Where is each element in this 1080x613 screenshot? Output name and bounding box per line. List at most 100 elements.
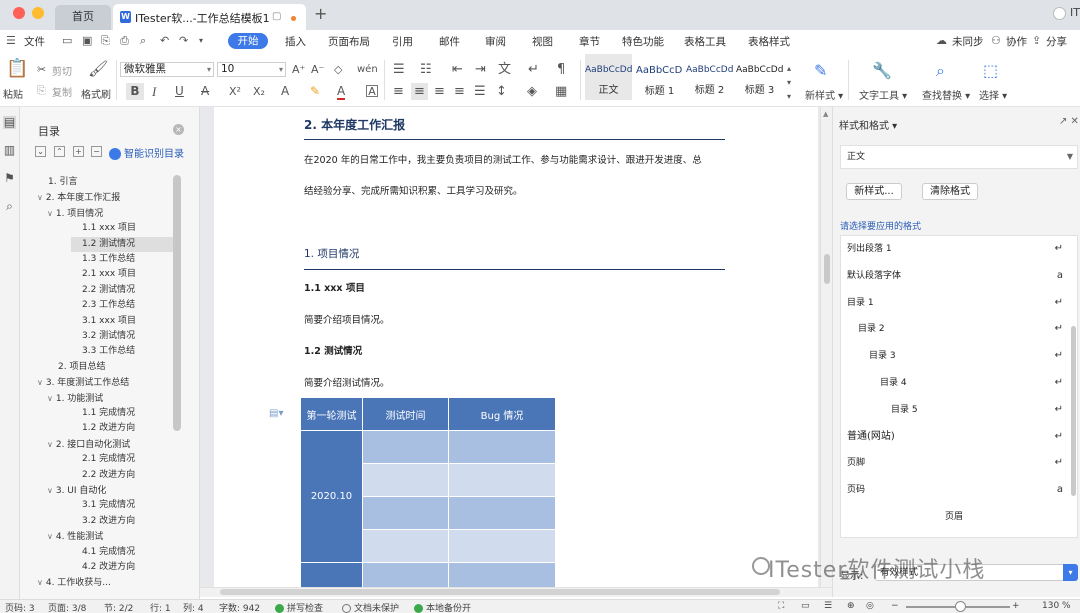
menu-review[interactable]: 审阅 xyxy=(485,34,506,49)
clear-format-button[interactable]: 清除格式 xyxy=(922,183,978,200)
add-heading-icon[interactable]: + xyxy=(73,146,84,157)
styles-scroll-up-icon[interactable]: ▴ xyxy=(787,62,791,75)
copy-button[interactable]: 复制 xyxy=(52,84,72,99)
style-heading-1[interactable]: AaBbCcDd 标题 1 xyxy=(636,54,683,100)
toc-item[interactable]: 1.3 工作总结 xyxy=(82,252,135,267)
line-spacing-icon[interactable]: ↕ xyxy=(496,85,507,98)
bullet-list-icon[interactable]: ☰ xyxy=(393,63,405,76)
menu-file[interactable]: 文件 xyxy=(24,34,45,49)
share-button[interactable]: 分享 xyxy=(1046,34,1067,49)
expand-all-icon[interactable]: ⌃ xyxy=(54,146,65,157)
status-word-count[interactable]: 字数: 942 xyxy=(219,601,260,613)
menu-insert[interactable]: 插入 xyxy=(285,34,306,49)
style-list-item[interactable]: 页眉 xyxy=(841,504,1065,530)
cloud-sync-icon[interactable]: ☁ xyxy=(936,34,947,47)
increase-indent-icon[interactable]: ⇥ xyxy=(475,63,486,76)
style-list-item[interactable]: 目录 3 ↵ xyxy=(841,343,1065,369)
collaborate-icon[interactable]: ⚇ xyxy=(991,34,1001,47)
menu-mail[interactable]: 邮件 xyxy=(439,34,460,49)
subscript-icon[interactable]: X₂ xyxy=(253,85,265,98)
toc-item[interactable]: 1.1 xxx 项目 xyxy=(82,221,136,236)
style-list-item[interactable]: 普通(网站) ↵ xyxy=(841,424,1065,450)
collapse-all-icon[interactable]: ⌄ xyxy=(35,146,46,157)
clear-formatting-icon[interactable]: ◇ xyxy=(334,63,342,76)
toc-item[interactable]: ∨ 4. 工作收获与... xyxy=(37,575,111,590)
table-header[interactable]: 测试时间 xyxy=(362,397,449,431)
chevron-down-icon[interactable]: ∨ xyxy=(47,394,53,403)
numbered-list-icon[interactable]: ☷ xyxy=(420,63,432,76)
bold-icon[interactable]: B xyxy=(126,83,144,100)
styles-expand-icon[interactable]: ▾ xyxy=(787,90,791,103)
select-cursor-icon[interactable]: ⬚ xyxy=(983,63,998,79)
chinese-layout-icon[interactable]: 文 xyxy=(498,63,511,76)
chevron-down-icon[interactable]: ∨ xyxy=(47,440,53,449)
new-style-button[interactable]: 新样式 ▾ xyxy=(805,87,843,102)
tab-home[interactable]: 首页 xyxy=(55,5,111,30)
test-table[interactable]: 第一轮测试 测试时间 Bug 情况 2020.10 xyxy=(300,397,556,596)
new-style-icon[interactable]: ✎ xyxy=(814,63,827,79)
eye-protection-icon[interactable]: ◎ xyxy=(866,601,874,611)
decrease-indent-icon[interactable]: ⇤ xyxy=(452,63,463,76)
scroll-up-icon[interactable]: ▲ xyxy=(823,110,828,118)
current-style-select[interactable]: 正文 ▼ xyxy=(840,145,1078,169)
table-cell[interactable] xyxy=(448,529,556,563)
table-cell[interactable] xyxy=(362,463,449,497)
menu-features[interactable]: 特色功能 xyxy=(622,34,664,49)
table-cell[interactable] xyxy=(362,430,449,464)
menu-view[interactable]: 视图 xyxy=(532,34,553,49)
toc-item[interactable]: 2.2 测试情况 xyxy=(82,283,135,298)
toc-item[interactable]: 1.2 改进方向 xyxy=(82,421,135,436)
toc-item[interactable]: ∨ 3. UI 自动化 xyxy=(47,483,106,498)
justify-icon[interactable]: ≡ xyxy=(454,85,465,98)
zoom-in-icon[interactable]: + xyxy=(1012,601,1020,611)
shading-icon[interactable]: ◈ xyxy=(527,85,537,98)
toc-item[interactable]: ∨ 1. 项目情况 xyxy=(47,206,103,221)
spell-check-toggle[interactable]: 拼写检查 xyxy=(275,601,323,613)
zoom-slider-knob[interactable] xyxy=(955,601,967,612)
chevron-down-icon[interactable]: ∨ xyxy=(47,486,53,495)
underline-icon[interactable]: U xyxy=(175,85,184,98)
distribute-icon[interactable]: ☰ xyxy=(474,85,486,98)
menu-table-style[interactable]: 表格样式 xyxy=(748,34,790,49)
toc-item[interactable]: 1. 引言 xyxy=(48,175,77,190)
show-marks-icon[interactable]: ¶ xyxy=(557,63,565,76)
toc-item[interactable]: 2.1 完成情况 xyxy=(82,452,135,467)
style-list-item[interactable]: 目录 5 ↵ xyxy=(841,397,1065,423)
toc-item[interactable]: 3.1 xxx 项目 xyxy=(82,314,136,329)
toc-item[interactable]: ∨ 3. 年度测试工作总结 xyxy=(37,375,129,390)
borders-icon[interactable]: ▦ xyxy=(555,85,567,98)
paste-button[interactable]: 粘贴 xyxy=(3,86,23,101)
format-painter-button[interactable]: 格式刷 xyxy=(81,86,111,101)
hamburger-menu-icon[interactable]: ☰ xyxy=(6,34,16,47)
align-center-icon[interactable]: ≡ xyxy=(411,83,428,100)
new-style-button[interactable]: 新样式... xyxy=(846,183,902,200)
pin-panel-icon[interactable]: ↗ ✕ xyxy=(1059,116,1079,127)
bookmark-icon[interactable]: ⚑ xyxy=(3,172,16,185)
copy-icon[interactable]: ⎘ xyxy=(37,84,46,97)
tab-document[interactable]: W ITester软...-工作总结模板1 ▢ xyxy=(113,4,306,30)
line-break-icon[interactable]: ↵ xyxy=(528,63,539,76)
chapter-nav-icon[interactable]: ▥ xyxy=(3,144,16,157)
collaborate-button[interactable]: 协作 xyxy=(1006,34,1027,49)
toc-item[interactable]: 1.2 测试情况 xyxy=(82,237,135,252)
toc-item[interactable]: ∨ 4. 性能测试 xyxy=(47,529,103,544)
web-view-icon[interactable]: ⊕ xyxy=(847,601,855,611)
menu-references[interactable]: 引用 xyxy=(392,34,413,49)
menu-page-layout[interactable]: 页面布局 xyxy=(328,34,370,49)
toc-item[interactable]: 4.2 改进方向 xyxy=(82,560,135,575)
close-icon[interactable]: × xyxy=(173,124,184,135)
cut-icon[interactable]: ✂ xyxy=(37,63,46,76)
text-tools-button[interactable]: 文字工具 ▾ xyxy=(859,87,907,102)
align-right-icon[interactable]: ≡ xyxy=(434,85,445,98)
toc-item[interactable]: 3.2 改进方向 xyxy=(82,514,135,529)
align-left-icon[interactable]: ≡ xyxy=(393,85,404,98)
decrease-font-icon[interactable]: A⁻ xyxy=(311,63,324,76)
fullscreen-icon[interactable]: ⛶ xyxy=(778,601,784,611)
print-icon[interactable]: ⎙ xyxy=(120,34,129,48)
toc-item[interactable]: ∨ 2. 接口自动化测试 xyxy=(47,437,130,452)
chevron-down-icon[interactable]: ∨ xyxy=(37,193,43,202)
toc-scrollbar[interactable] xyxy=(173,175,181,431)
export-icon[interactable]: ⎘ xyxy=(101,34,110,48)
status-page-number[interactable]: 页码: 3 xyxy=(5,601,35,613)
strikethrough-icon[interactable]: A xyxy=(201,85,209,98)
